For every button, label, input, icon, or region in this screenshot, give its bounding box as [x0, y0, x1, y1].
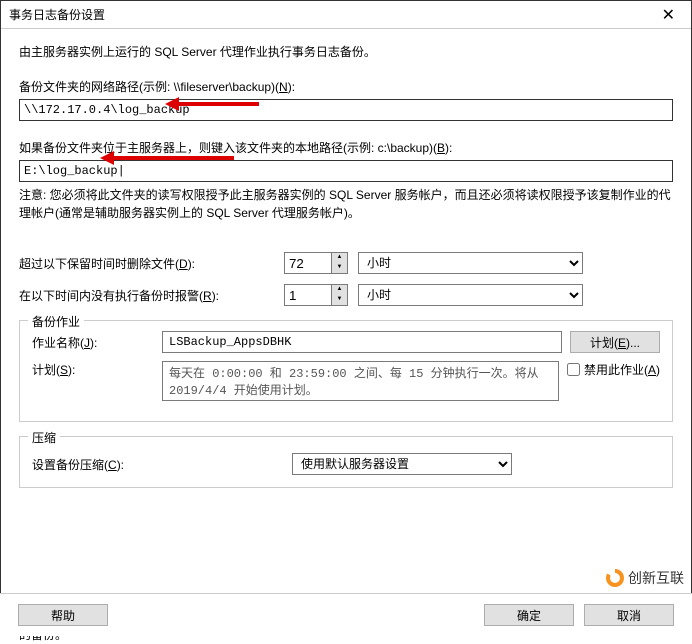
disable-job-input[interactable]	[567, 363, 580, 376]
disable-job-checkbox[interactable]: 禁用此作业(A)	[567, 361, 660, 378]
compress-group: 压缩 设置备份压缩(C): 使用默认服务器设置	[19, 436, 673, 488]
ok-button[interactable]: 确定	[484, 604, 574, 626]
dialog-content: 由主服务器实例上运行的 SQL Server 代理作业执行事务日志备份。 备份文…	[1, 29, 691, 498]
window-title: 事务日志备份设置	[9, 6, 105, 23]
close-icon[interactable]: ✕	[654, 5, 683, 25]
cancel-button[interactable]: 取消	[584, 604, 674, 626]
backup-job-group: 备份作业 作业名称(J): 计划(E)... 计划(S): 每天在 0:00:0…	[19, 320, 673, 422]
alert-no-backup-spinner[interactable]: ▲▼	[284, 284, 348, 306]
compress-select[interactable]: 使用默认服务器设置	[292, 453, 512, 475]
alert-no-backup-unit[interactable]: 小时	[358, 284, 583, 306]
help-button[interactable]: 帮助	[18, 604, 108, 626]
compress-legend: 压缩	[28, 429, 60, 446]
spin-down-icon[interactable]: ▼	[332, 263, 347, 273]
disable-job-label: 禁用此作业(A)	[584, 361, 660, 378]
alert-no-backup-row: 在以下时间内没有执行备份时报警(R): ▲▼ 小时	[19, 284, 673, 306]
delete-older-label: 超过以下保留时间时删除文件(D):	[19, 255, 284, 272]
local-path-label: 如果备份文件夹位于主服务器上，则键入该文件夹的本地路径(示例: c:\backu…	[19, 139, 673, 156]
job-name-label: 作业名称(J):	[32, 334, 162, 351]
schedule-text: 每天在 0:00:00 和 23:59:00 之间、每 15 分钟执行一次。将从…	[162, 361, 559, 401]
spin-down-icon[interactable]: ▼	[332, 295, 347, 305]
local-path-note: 注意: 您必须将此文件夹的读写权限授予此主服务器实例的 SQL Server 服…	[19, 186, 673, 222]
titlebar: 事务日志备份设置 ✕	[1, 1, 691, 29]
spin-up-icon[interactable]: ▲	[332, 253, 347, 263]
backup-job-legend: 备份作业	[28, 313, 84, 330]
watermark: 创新互联	[602, 566, 688, 590]
compress-label: 设置备份压缩(C):	[32, 456, 292, 473]
delete-older-spinner[interactable]: ▲▼	[284, 252, 348, 274]
spin-up-icon[interactable]: ▲	[332, 285, 347, 295]
delete-older-unit[interactable]: 小时	[358, 252, 583, 274]
network-path-input[interactable]	[19, 99, 673, 121]
intro-text: 由主服务器实例上运行的 SQL Server 代理作业执行事务日志备份。	[19, 43, 673, 60]
alert-no-backup-value[interactable]	[284, 284, 332, 306]
local-path-input[interactable]	[19, 160, 673, 182]
watermark-text: 创新互联	[628, 568, 684, 588]
schedule-label: 计划(S):	[32, 361, 162, 378]
delete-older-row: 超过以下保留时间时删除文件(D): ▲▼ 小时	[19, 252, 673, 274]
job-name-input[interactable]	[162, 331, 562, 353]
watermark-logo-icon	[606, 569, 624, 587]
network-path-label: 备份文件夹的网络路径(示例: \\fileserver\backup)(N):	[19, 78, 673, 95]
alert-no-backup-label: 在以下时间内没有执行备份时报警(R):	[19, 287, 284, 304]
schedule-button[interactable]: 计划(E)...	[570, 331, 660, 353]
footer: 帮助 确定 取消	[0, 593, 692, 636]
delete-older-value[interactable]	[284, 252, 332, 274]
